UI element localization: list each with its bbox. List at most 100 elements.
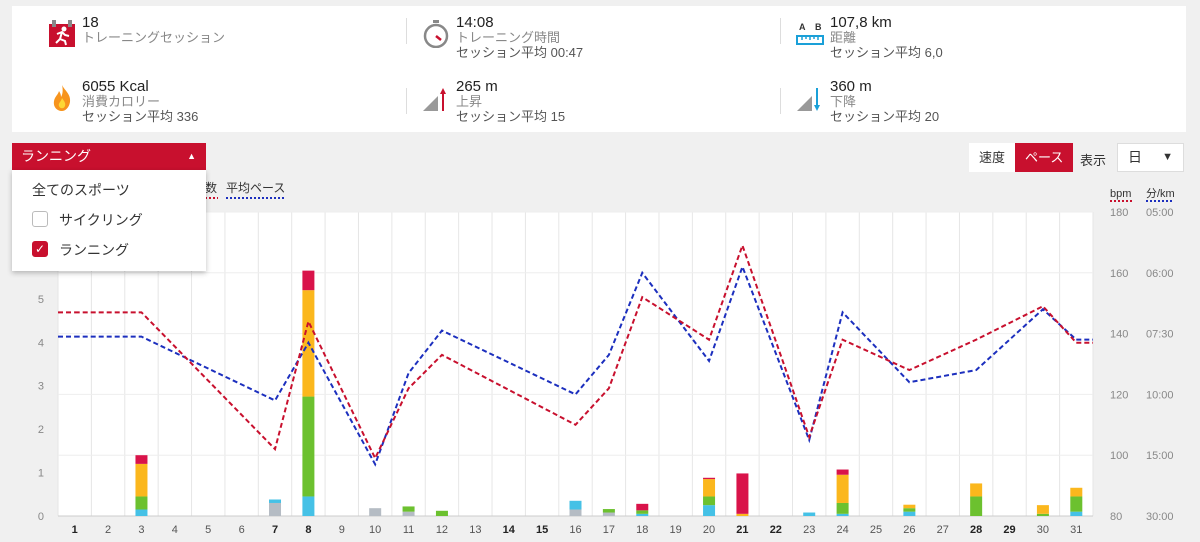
bar-segment-day20-yellow xyxy=(703,479,716,497)
legend-label-pace: 平均ペース xyxy=(226,181,285,195)
flame-icon xyxy=(53,85,71,111)
left-tick-label: 4 xyxy=(38,337,44,349)
bar-segment-day7-gray xyxy=(269,502,282,516)
bar-segment-day17-gray xyxy=(602,512,615,516)
chevron-down-icon: ▼ xyxy=(1162,151,1173,163)
bar-segment-day3-green xyxy=(135,496,148,510)
mode-toggle: 速度 ペース xyxy=(969,143,1074,172)
display-select[interactable]: 日 ▼ xyxy=(1117,143,1184,172)
legend-label-hr: 数 xyxy=(205,180,217,195)
stat-value: 6055 Kcal xyxy=(82,78,149,95)
stat-value: 360 m xyxy=(830,78,872,95)
bar-segment-day10-gray xyxy=(369,508,382,516)
divider xyxy=(780,88,781,114)
sport-dropdown-menu: 全てのスポーツ サイクリング ✓ ランニング xyxy=(12,170,206,271)
stat-label: 距離 xyxy=(830,30,857,45)
bar-segment-day31-blue xyxy=(1070,511,1083,516)
bar-segment-day18-green xyxy=(636,510,649,514)
bar-segment-day11-green xyxy=(402,506,415,512)
left-tick-label: 1 xyxy=(38,468,44,480)
sport-dropdown[interactable]: ランニング ▲ xyxy=(12,143,206,170)
stat-value: 14:08 xyxy=(456,14,494,31)
bar-segment-day8-red xyxy=(302,270,315,291)
stat-sub: セッション平均 00:47 xyxy=(456,45,584,60)
x-tick-label: 22 xyxy=(770,524,782,536)
x-tick-label: 6 xyxy=(239,524,245,536)
bar-segment-day24-yellow xyxy=(836,474,849,503)
stat-label: 下降 xyxy=(830,94,857,109)
x-tick-label: 13 xyxy=(469,524,481,536)
x-tick-label: 3 xyxy=(138,524,144,536)
bar-segment-day12-green xyxy=(435,510,448,516)
caret-up-icon: ▲ xyxy=(187,151,196,161)
divider xyxy=(406,18,407,44)
divider xyxy=(406,88,407,114)
ascent-icon xyxy=(423,88,446,111)
left-tick-label: 5 xyxy=(38,294,44,306)
pace-button[interactable]: ペース xyxy=(1015,143,1074,172)
ruler-a-label: A xyxy=(799,22,806,32)
running-checkbox[interactable]: ✓ xyxy=(32,241,48,257)
stat-label: 上昇 xyxy=(456,94,483,109)
divider xyxy=(780,18,781,44)
bar-segment-day17-green xyxy=(602,509,615,513)
option-label: サイクリング xyxy=(59,212,143,228)
x-tick-label: 2 xyxy=(105,524,111,536)
cycling-checkbox[interactable] xyxy=(32,211,48,227)
x-tick-label: 7 xyxy=(272,524,278,536)
x-tick-label: 14 xyxy=(503,524,516,536)
ruler-b-label: B xyxy=(815,22,822,32)
x-tick-label: 12 xyxy=(436,524,448,536)
option-all-sports[interactable]: 全てのスポーツ xyxy=(12,176,206,204)
bar-segment-day11-gray xyxy=(402,511,415,516)
bar-segment-day7-blue xyxy=(269,499,282,503)
stat-sub: セッション平均 6,0 xyxy=(830,45,943,60)
bar-segment-day26-blue xyxy=(903,511,916,516)
option-cycling[interactable]: サイクリング xyxy=(12,206,206,234)
bar-segment-day24-blue xyxy=(836,513,849,516)
x-tick-label: 26 xyxy=(903,524,915,536)
stopwatch-icon xyxy=(423,20,449,48)
pace-tick-label: 07:30 xyxy=(1146,329,1174,341)
left-tick-label: 3 xyxy=(38,381,44,393)
pace-tick-label: 30:00 xyxy=(1146,511,1174,523)
x-tick-label: 16 xyxy=(569,524,581,536)
pace-tick-label: 05:00 xyxy=(1146,207,1174,219)
bar-segment-day16-gray xyxy=(569,509,582,516)
display-value: 日 xyxy=(1128,149,1142,165)
x-tick-label: 15 xyxy=(536,524,548,536)
bpm-tick-label: 120 xyxy=(1110,389,1128,401)
bar-segment-day20-red xyxy=(703,477,716,480)
bar-segment-day23-blue xyxy=(803,512,816,516)
runner-calendar-icon xyxy=(49,20,75,47)
left-tick-label: 0 xyxy=(38,511,44,523)
pace-axis-title: 分/km xyxy=(1146,187,1175,200)
summary-panel: 18 トレーニングセッション 14:08 トレーニング時間 セッション平均 00… xyxy=(12,6,1186,132)
bar-segment-day28-green xyxy=(970,496,983,516)
bar-segment-day24-red xyxy=(836,469,849,475)
x-tick-label: 24 xyxy=(836,524,848,536)
bar-segment-day3-yellow xyxy=(135,463,148,497)
bar-segment-day18-blue xyxy=(636,513,649,516)
x-tick-label: 27 xyxy=(937,524,949,536)
option-label: ランニング xyxy=(59,242,129,258)
left-tick-label: 2 xyxy=(38,424,44,436)
ruler-distance-icon: A B xyxy=(796,22,824,45)
bar-segment-day8-green xyxy=(302,396,315,497)
option-running[interactable]: ✓ ランニング xyxy=(12,236,206,264)
x-tick-label: 8 xyxy=(305,524,311,536)
x-tick-label: 30 xyxy=(1037,524,1049,536)
plot-area xyxy=(58,212,1093,516)
stat-label: トレーニング時間 xyxy=(456,30,561,45)
x-tick-label: 28 xyxy=(970,524,982,536)
bar-segment-day16-blue xyxy=(569,500,582,510)
bar-segment-day8-blue xyxy=(302,496,315,516)
sport-dropdown-label: ランニング xyxy=(21,148,91,164)
x-tick-label: 17 xyxy=(603,524,615,536)
stat-sub: セッション平均 15 xyxy=(456,109,566,124)
x-tick-label: 4 xyxy=(172,524,178,536)
bar-segment-day3-blue xyxy=(135,509,148,516)
display-label: 表示 xyxy=(1080,153,1107,168)
bar-segment-day20-green xyxy=(703,496,716,506)
speed-button[interactable]: 速度 xyxy=(969,143,1015,172)
